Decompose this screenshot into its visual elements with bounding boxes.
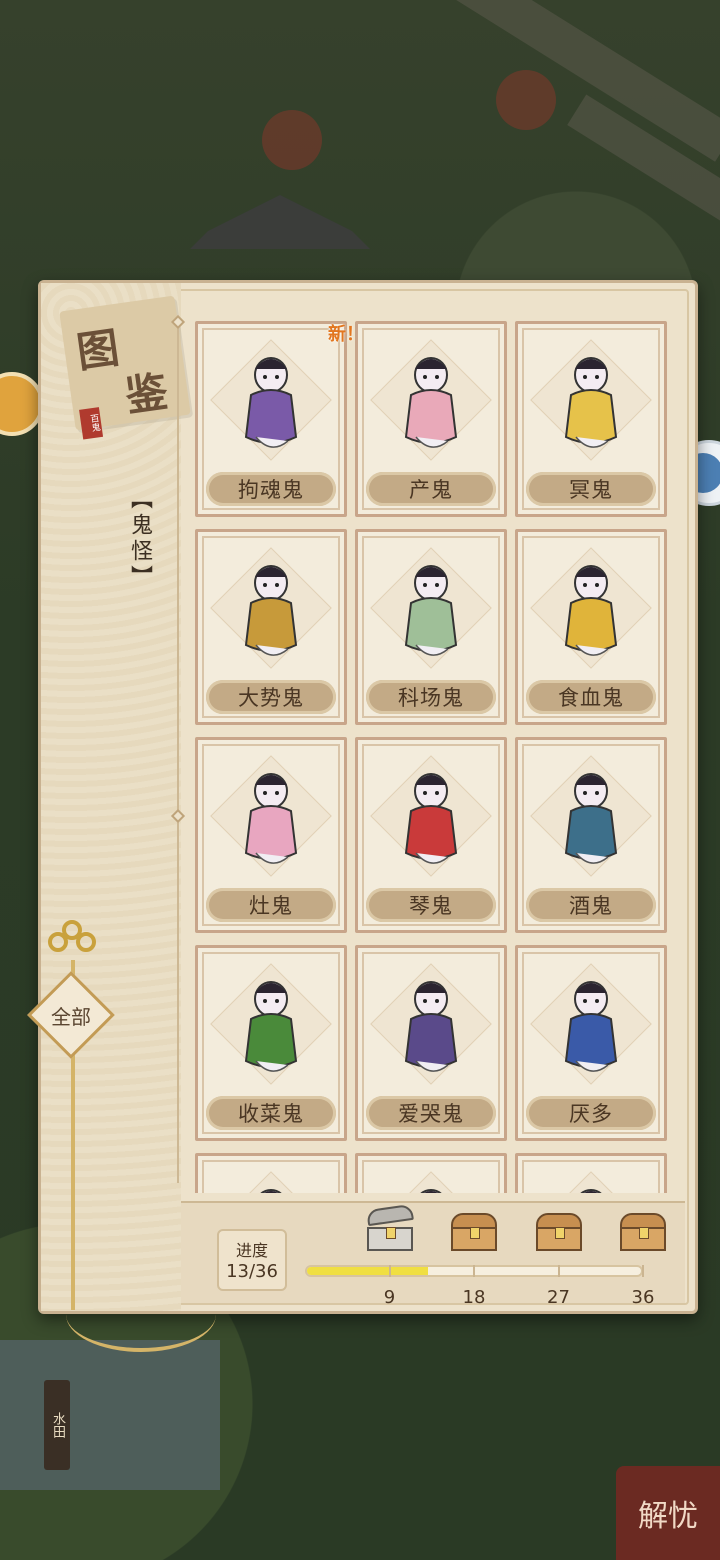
progress-tick bbox=[557, 1265, 560, 1277]
progress-value: 13/36 bbox=[226, 1261, 278, 1282]
milestone-label: 27 bbox=[547, 1287, 570, 1308]
ghost-figure-icon bbox=[564, 981, 618, 1072]
ghost-card[interactable]: 爱哭鬼 bbox=[355, 945, 507, 1141]
progress-tick bbox=[642, 1265, 644, 1277]
ghost-figure-icon bbox=[564, 773, 618, 864]
red-seal-stamp: 百鬼 bbox=[79, 407, 104, 440]
reward-chest-icon[interactable] bbox=[620, 1213, 666, 1251]
ghost-name-plate: 爱哭鬼 bbox=[366, 1096, 496, 1130]
ghost-portrait bbox=[530, 336, 652, 464]
panel-sidebar: 图 鉴 百鬼 【鬼怪】 bbox=[41, 283, 191, 1311]
ghost-figure-icon bbox=[244, 565, 298, 656]
ghost-name-plate: 厌多 bbox=[526, 1096, 656, 1130]
ghost-name-plate: 拘魂鬼 bbox=[206, 472, 336, 506]
ghost-name-plate: 产鬼 bbox=[366, 472, 496, 506]
progress-tick bbox=[388, 1265, 391, 1277]
ghost-card[interactable] bbox=[355, 1153, 507, 1193]
progress-fill bbox=[307, 1267, 428, 1275]
ghost-portrait bbox=[210, 960, 332, 1088]
ghost-portrait bbox=[370, 752, 492, 880]
ghost-figure-icon bbox=[260, 1189, 282, 1193]
ghost-name-plate: 冥鬼 bbox=[526, 472, 656, 506]
progress-tick bbox=[473, 1265, 475, 1277]
maple-tree bbox=[496, 70, 556, 130]
ghost-card[interactable] bbox=[515, 1153, 667, 1193]
reward-chest-icon[interactable] bbox=[535, 1213, 582, 1251]
ghost-portrait bbox=[370, 1168, 492, 1193]
chinese-knot-ornament bbox=[48, 920, 98, 960]
filter-all-label: 全部 bbox=[51, 1004, 91, 1029]
ghost-card[interactable]: 酒鬼 bbox=[515, 737, 667, 933]
ghost-portrait bbox=[370, 336, 492, 464]
ghost-portrait bbox=[210, 544, 332, 672]
ghost-card[interactable]: 收菜鬼 bbox=[195, 945, 347, 1141]
ghost-portrait bbox=[370, 544, 492, 672]
maple-tree bbox=[262, 110, 322, 170]
category-label: 【鬼怪】 bbox=[127, 487, 152, 591]
ghost-name-plate: 酒鬼 bbox=[526, 888, 656, 922]
ghost-portrait bbox=[370, 960, 492, 1088]
title-char-1: 图 bbox=[73, 322, 123, 378]
ghost-name-plate: 食血鬼 bbox=[526, 680, 656, 714]
codex-panel: 图 鉴 百鬼 【鬼怪】 拘魂鬼 新！ 产鬼 冥鬼大势鬼 科场鬼 食血鬼灶鬼 琴鬼 酒鬼收菜鬼爱… bbox=[38, 280, 698, 1314]
ghost-figure-icon bbox=[244, 357, 298, 448]
ghost-name-plate: 灶鬼 bbox=[206, 888, 336, 922]
milestone-label: 36 bbox=[631, 1287, 655, 1308]
ghost-figure-icon bbox=[404, 773, 458, 864]
ghost-figure-icon bbox=[564, 357, 618, 448]
ghost-name-plate: 大势鬼 bbox=[206, 680, 336, 714]
ghost-figure-icon bbox=[420, 1189, 442, 1193]
ghost-figure-icon bbox=[404, 357, 458, 448]
title-char-2: 鉴 bbox=[122, 366, 171, 421]
ghost-card[interactable] bbox=[195, 1153, 347, 1193]
ghost-name-plate: 琴鬼 bbox=[366, 888, 496, 922]
ghost-figure-icon bbox=[244, 981, 298, 1072]
ghost-name-plate: 收菜鬼 bbox=[206, 1096, 336, 1130]
progress-label-box: 进度 13/36 bbox=[217, 1229, 287, 1291]
ghost-card[interactable]: 大势鬼 bbox=[195, 529, 347, 725]
ghost-card[interactable]: 科场鬼 bbox=[355, 529, 507, 725]
ghost-card[interactable]: 灶鬼 bbox=[195, 737, 347, 933]
ghost-portrait bbox=[530, 544, 652, 672]
ghost-card[interactable]: 产鬼 bbox=[355, 321, 507, 517]
divider-rail bbox=[177, 323, 179, 1183]
ghost-portrait bbox=[530, 1168, 652, 1193]
ghost-portrait bbox=[530, 752, 652, 880]
milestone-label: 9 bbox=[383, 1287, 396, 1308]
ghost-card-grid: 拘魂鬼 新！ 产鬼 冥鬼大势鬼 科场鬼 食血鬼灶鬼 琴鬼 酒鬼收菜鬼 爱哭鬼 厌多 bbox=[195, 321, 673, 1193]
ghost-name-plate: 科场鬼 bbox=[366, 680, 496, 714]
codex-title-tag: 图 鉴 百鬼 bbox=[59, 295, 191, 440]
filter-all-button[interactable]: 全部 bbox=[27, 971, 115, 1059]
ghost-figure-icon bbox=[564, 565, 618, 656]
ghost-figure-icon bbox=[404, 565, 458, 656]
milestone-label: 18 bbox=[462, 1287, 486, 1308]
opened-chest-icon[interactable] bbox=[365, 1203, 414, 1251]
ghost-figure-icon bbox=[244, 773, 298, 864]
ghost-portrait bbox=[210, 1168, 332, 1193]
ghost-portrait bbox=[210, 752, 332, 880]
ghost-portrait bbox=[210, 336, 332, 464]
progress-footer: 进度 13/36 9 18 27 36 bbox=[181, 1201, 685, 1308]
ghost-figure-icon bbox=[404, 981, 458, 1072]
rice-field bbox=[0, 1340, 220, 1490]
ghost-portrait bbox=[530, 960, 652, 1088]
ghost-card[interactable]: 食血鬼 bbox=[515, 529, 667, 725]
ghost-card[interactable]: 琴鬼 bbox=[355, 737, 507, 933]
corner-seal-button[interactable]: 解忧 bbox=[616, 1466, 720, 1560]
progress-title: 进度 bbox=[235, 1241, 268, 1260]
ghost-card[interactable]: 冥鬼 bbox=[515, 321, 667, 517]
ghost-figure-icon bbox=[580, 1189, 602, 1193]
reward-chest-icon[interactable] bbox=[451, 1213, 497, 1251]
ghost-card[interactable]: 厌多 bbox=[515, 945, 667, 1141]
ghost-card[interactable]: 拘魂鬼 新！ bbox=[195, 321, 364, 517]
field-sign: 水田 bbox=[44, 1380, 70, 1470]
